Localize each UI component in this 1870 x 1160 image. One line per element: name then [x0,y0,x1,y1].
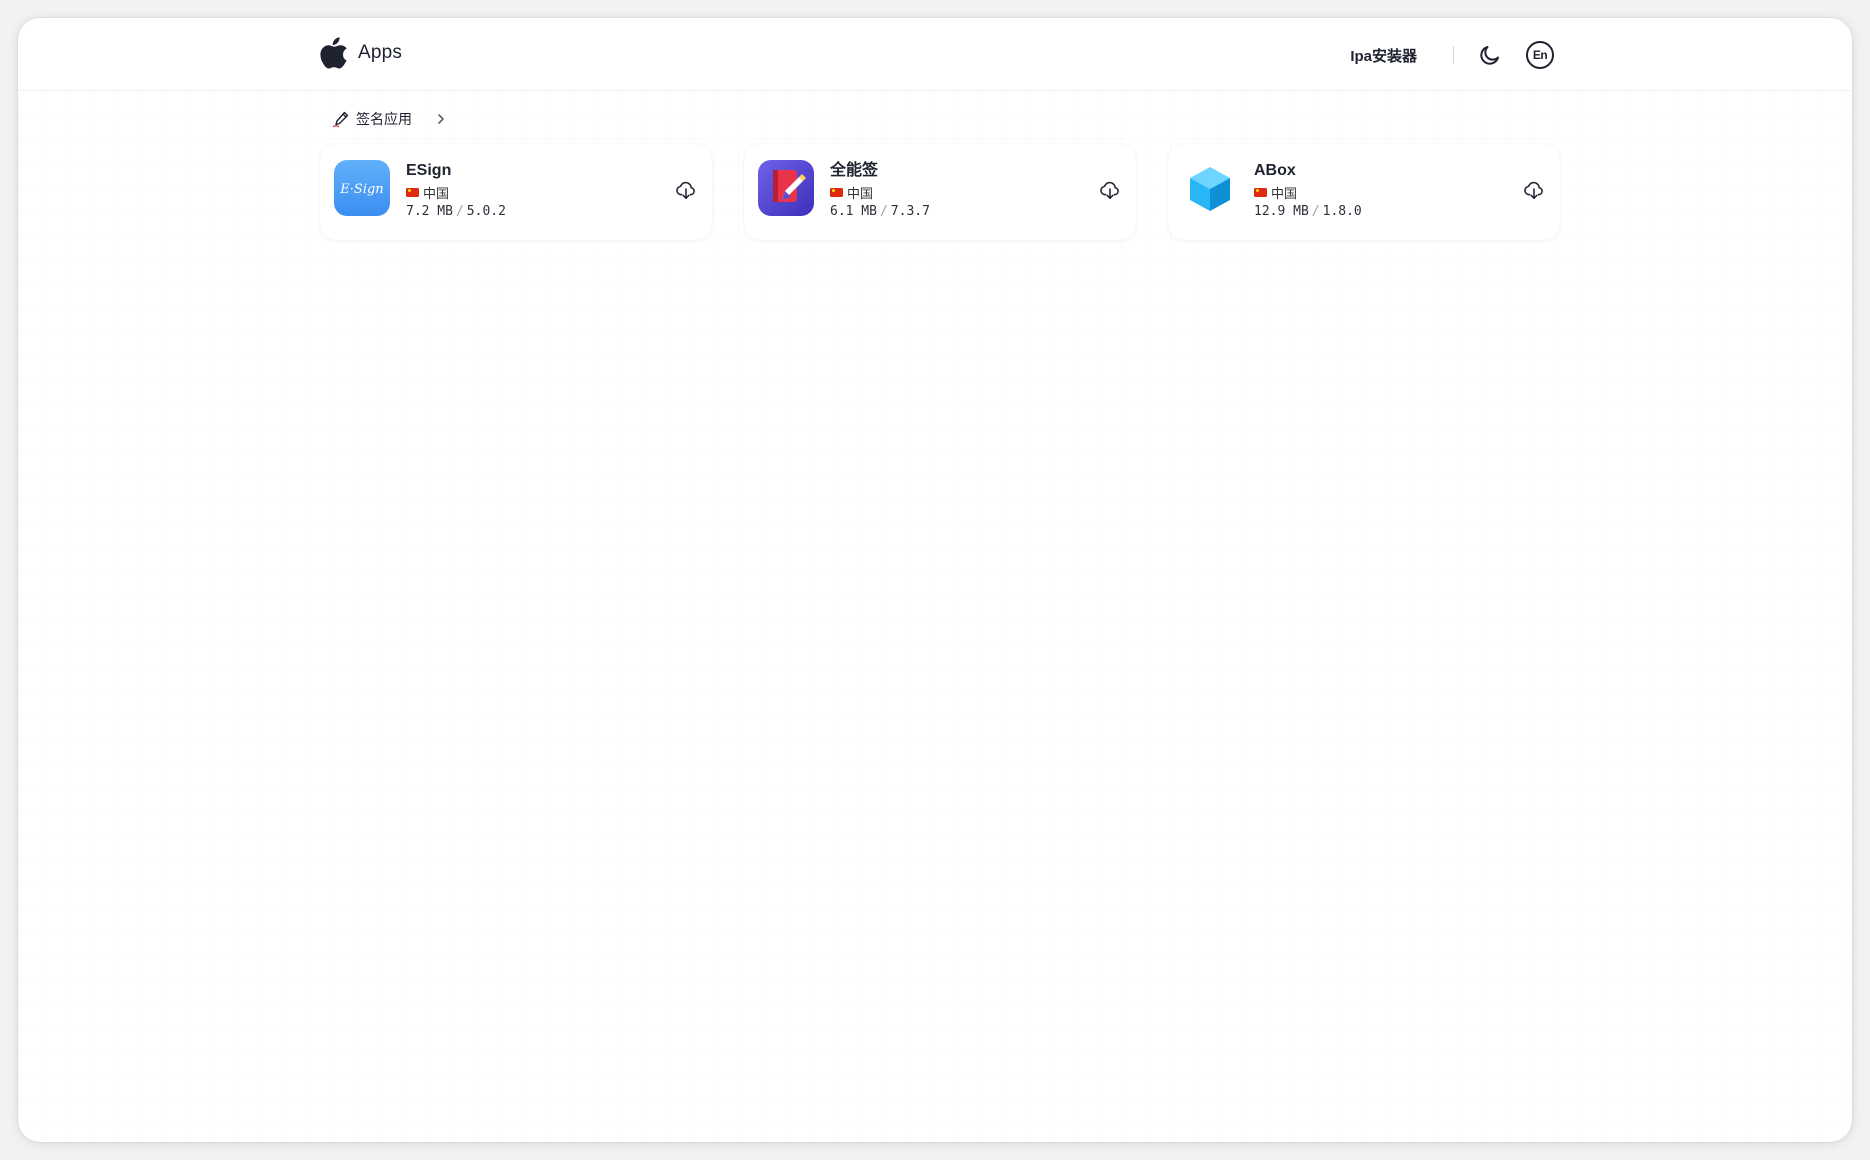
cloud-download-icon [676,181,695,200]
top-navigation-bar: Apps Ipa安装器 En [18,18,1852,91]
app-meta: 7.2 MB/5.0.2 [406,204,506,220]
moon-icon [1480,46,1499,65]
china-flag-icon [1254,187,1267,197]
app-meta: 6.1 MB/7.3.7 [830,204,930,220]
language-en-icon: En [1526,41,1554,69]
app-window: Apps Ipa安装器 En 签名应用 E·Sign ESign 中国 7.2 … [18,18,1852,1142]
brand-title: Apps [358,42,403,63]
app-region-label: 中国 [423,185,450,201]
abox-cube-icon [1182,160,1238,216]
ipa-installer-link[interactable]: Ipa安装器 [1350,45,1417,66]
app-name: 全能签 [830,162,879,179]
app-version: 1.8.0 [1322,204,1362,219]
cloud-download-icon [1100,181,1119,200]
china-flag-icon [830,187,843,197]
app-name: ABox [1254,162,1296,179]
app-meta: 12.9 MB/1.8.0 [1254,204,1362,220]
app-size: 12.9 MB [1254,204,1309,219]
meta-separator: / [455,204,464,219]
app-region: 中国 [1254,184,1362,201]
apple-logo-icon [320,36,348,70]
download-button[interactable] [674,178,698,202]
app-info: 全能签 中国 6.1 MB/7.3.7 [830,161,930,220]
app-card-quanneng[interactable]: 全能签 中国 6.1 MB/7.3.7 [744,144,1136,240]
download-button[interactable] [1522,178,1546,202]
chevron-right-icon [438,114,444,124]
app-name: ESign [406,162,452,179]
language-switch-button[interactable]: En [1526,41,1554,69]
svg-text:E·Sign: E·Sign [339,182,383,197]
cloud-download-icon [1524,181,1543,200]
app-version: 5.0.2 [466,204,506,219]
app-card-list: E·Sign ESign 中国 7.2 MB/5.0.2 全能签 中国 6.1 … [320,144,1584,240]
app-size: 7.2 MB [406,204,453,219]
brand-home-link[interactable]: Apps [320,36,402,70]
china-flag-icon [406,187,419,197]
esign-icon: E·Sign [334,160,390,216]
app-region-label: 中国 [1271,185,1298,201]
pen-icon [332,111,349,128]
app-size: 6.1 MB [830,204,877,219]
theme-toggle-button[interactable] [1476,41,1504,69]
app-card-esign[interactable]: E·Sign ESign 中国 7.2 MB/5.0.2 [320,144,712,240]
app-region: 中国 [830,184,930,201]
section-title: 签名应用 [356,111,412,127]
app-info: ESign 中国 7.2 MB/5.0.2 [406,161,506,220]
section-header-signing-apps[interactable]: 签名应用 [332,109,448,129]
download-button[interactable] [1098,178,1122,202]
quanneng-icon [758,160,814,216]
app-card-abox[interactable]: ABox 中国 12.9 MB/1.8.0 [1168,144,1560,240]
app-region-label: 中国 [847,185,874,201]
header-actions: Ipa安装器 En [1350,38,1554,72]
app-info: ABox 中国 12.9 MB/1.8.0 [1254,161,1362,220]
header-divider [1453,46,1454,64]
app-version: 7.3.7 [890,204,930,219]
meta-separator: / [879,204,888,219]
meta-separator: / [1311,204,1320,219]
app-region: 中国 [406,184,506,201]
